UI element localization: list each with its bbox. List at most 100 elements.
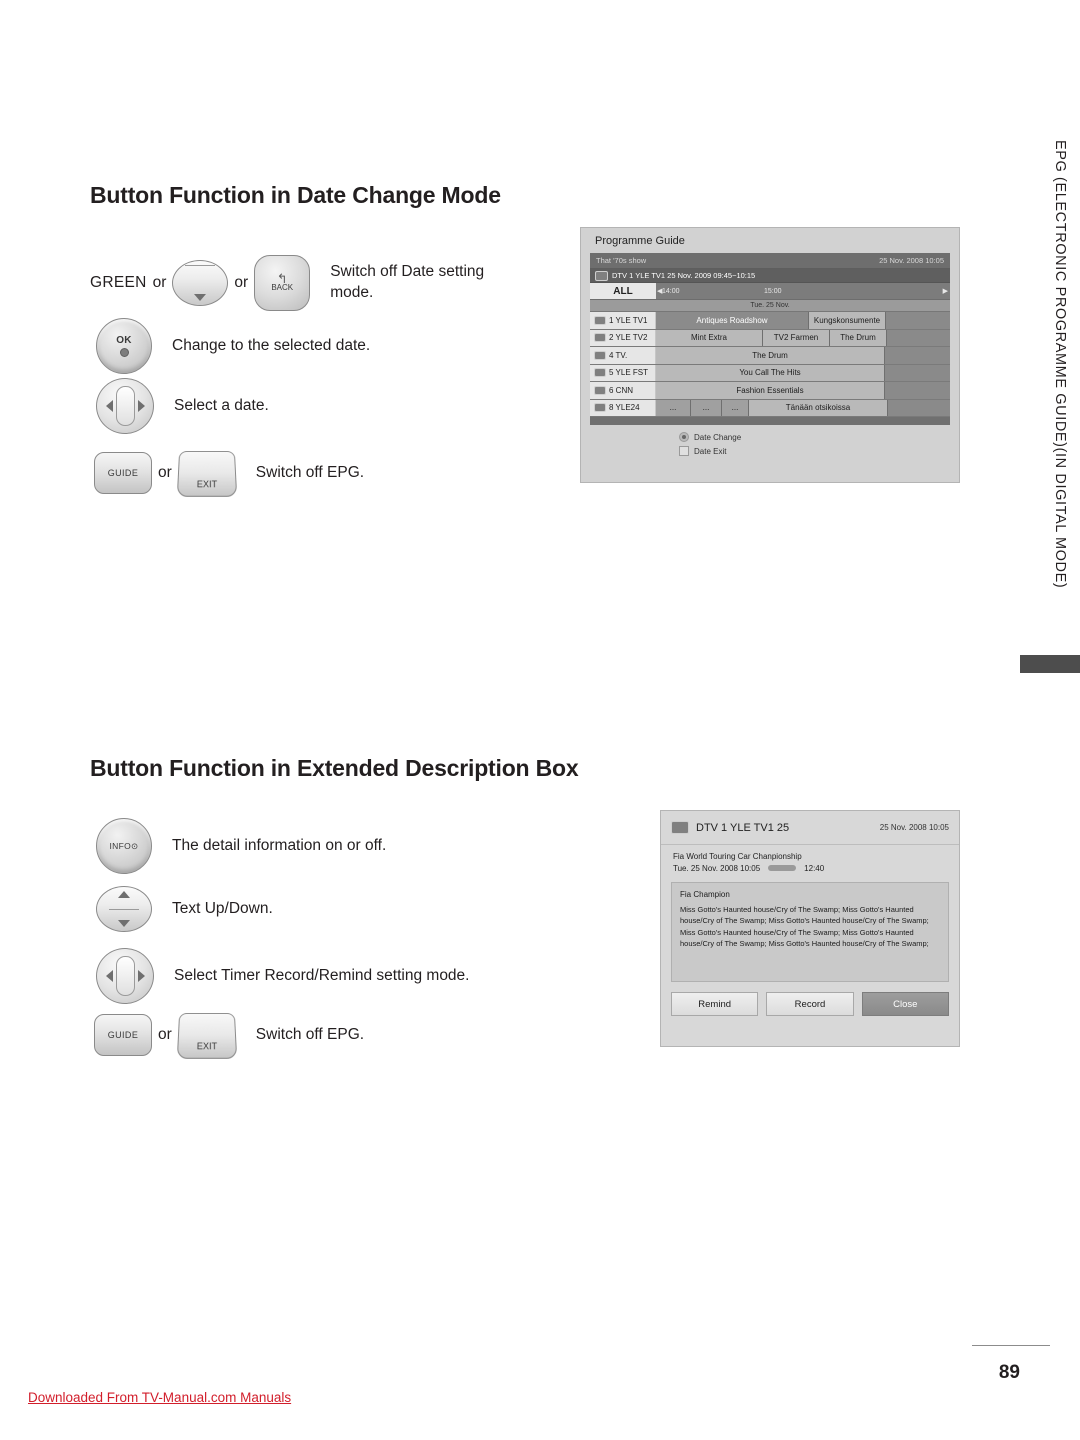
exit-key-2[interactable]: EXIT (176, 1013, 238, 1059)
channel-tv-icon (594, 315, 606, 325)
epg-footer-date-change[interactable]: Date Change (581, 432, 959, 442)
remind-button[interactable]: Remind (671, 992, 759, 1017)
ok-key[interactable]: OK (96, 318, 152, 374)
button-row-leftright: Select a date. (96, 378, 269, 434)
row-desc-2: Change to the selected date. (172, 336, 371, 354)
epg-channel-name: 1 YLE TV1 (609, 315, 648, 325)
edb-subtitle-block: Fia World Touring Car Chanpionship Tue. … (661, 845, 959, 874)
epg-row[interactable]: 4 TV. The Drum (590, 347, 950, 365)
epg-filter-bar: ALL ◀ 14:00 15:00 ▶ (590, 283, 950, 300)
epg-programs: Mint Extra TV2 Farmen The Drum (656, 329, 950, 346)
button-row-leftright-2: Select Timer Record/Remind setting mode. (96, 948, 469, 1004)
scroll-right-icon[interactable]: ▶ (943, 287, 948, 295)
row-desc-7: Select Timer Record/Remind setting mode. (174, 966, 470, 984)
epg-channel-cell: 5 YLE FST (590, 364, 656, 381)
info-key[interactable]: INFO⊙ (96, 818, 152, 874)
edb-header-clock: 25 Nov. 2008 10:05 (879, 823, 949, 832)
exit-key[interactable]: EXIT (176, 451, 238, 497)
chevron-right-icon (137, 400, 145, 412)
square-bullet-icon (679, 446, 689, 456)
epg-all-tab[interactable]: ALL (590, 283, 656, 299)
epg-topbar: That '70s show 25 Nov. 2008 10:05 (590, 253, 950, 269)
row-desc-5: The detail information on or off. (172, 836, 387, 854)
epg-channel-cell: 4 TV. (590, 347, 656, 364)
exit-key-label: EXIT (196, 479, 218, 490)
epg-day-label: Tue. 25 Nov. (750, 302, 790, 309)
row-desc-1: Switch off Date setting mode. (330, 263, 485, 301)
epg-program-cell[interactable]: Tänään otsikoissa (749, 399, 888, 416)
channel-tv-icon (594, 368, 606, 378)
epg-footer: Date Change Date Exit (581, 426, 959, 482)
guide-key-label-2: GUIDE (107, 1030, 139, 1040)
edb-sub-line2: Tue. 25 Nov. 2008 10:05 (673, 863, 761, 873)
or-label-3: or (158, 464, 172, 481)
button-row-ok: OK Change to the selected date. (96, 318, 370, 374)
edb-sub-line1: Fia World Touring Car Chanpionship (673, 852, 802, 861)
side-tab-label: EPG (ELECTRONIC PROGRAMME GUIDE)(IN DIGI… (1052, 140, 1068, 589)
epg-program-cell[interactable]: Fashion Essentials (656, 382, 885, 399)
edb-header-left: DTV 1 YLE TV1 25 (671, 821, 789, 834)
chevron-up-icon (118, 891, 130, 898)
button-row-info: INFO⊙ The detail information on or off. (96, 818, 386, 874)
updown-key[interactable] (172, 260, 229, 306)
edb-program-title: Fia Champion (680, 890, 730, 900)
epg-footer-date-exit[interactable]: Date Exit (581, 446, 959, 456)
epg-footer-date-change-label: Date Change (694, 432, 742, 442)
or-label-1: or (152, 274, 167, 291)
edb-program-text: Miss Gotto's Haunted house/Cry of The Sw… (680, 905, 929, 948)
epg-program-cell[interactable]: Kungskonsumente (809, 312, 886, 329)
ok-key-label: OK (116, 335, 132, 346)
epg-programs: Fashion Essentials (656, 382, 950, 399)
chevron-left-icon (105, 400, 113, 412)
ok-dot-icon (119, 348, 129, 357)
epg-screenshot: Programme Guide That '70s show 25 Nov. 2… (580, 227, 960, 483)
epg-day-bar: Tue. 25 Nov. (590, 300, 950, 312)
guide-key-label: GUIDE (107, 468, 139, 478)
close-button[interactable]: Close (861, 992, 949, 1017)
epg-channel-name: 4 TV. (609, 350, 628, 360)
exit-key-label-2: EXIT (196, 1041, 218, 1052)
left-right-key-2[interactable] (96, 948, 154, 1004)
epg-program-cell[interactable]: You Call The Hits (656, 364, 885, 381)
or-label-2: or (234, 274, 249, 291)
epg-channel-cell: 8 YLE24 (590, 399, 656, 416)
epg-program-cell[interactable]: Antiques Roadshow (656, 312, 809, 329)
epg-program-cell[interactable]: TV2 Farmen (763, 329, 830, 346)
page-title-extended-description: Button Function in Extended Description … (90, 755, 579, 781)
button-row-updown-2: Text Up/Down. (96, 886, 273, 932)
radio-bullet-icon (679, 432, 689, 442)
guide-key-2[interactable]: GUIDE (94, 1014, 152, 1056)
button-row-green: GREEN or or ↰ BACK Switch off Date setti… (90, 255, 560, 311)
epg-clock: 25 Nov. 2008 10:05 (879, 256, 944, 265)
epg-row[interactable]: 6 CNN Fashion Essentials (590, 382, 950, 400)
epg-row[interactable]: 2 YLE TV2 Mint Extra TV2 Farmen The Drum (590, 329, 950, 347)
left-right-key[interactable] (96, 378, 154, 434)
epg-footer-date-exit-label: Date Exit (694, 446, 727, 456)
epg-body: That '70s show 25 Nov. 2008 10:05 DTV 1 … (590, 253, 950, 425)
button-row-guide-exit: GUIDE or EXIT Switch off EPG. (94, 450, 364, 497)
epg-programs: Antiques Roadshow Kungskonsumente (656, 312, 950, 329)
edb-header: DTV 1 YLE TV1 25 25 Nov. 2008 10:05 (661, 811, 959, 845)
rocker-divider (185, 265, 216, 266)
epg-channel-cell: 1 YLE TV1 (590, 312, 656, 329)
epg-row[interactable]: 5 YLE FST You Call The Hits (590, 364, 950, 382)
epg-program-cell[interactable]: ... (691, 399, 722, 416)
epg-row[interactable]: 8 YLE24......... Tänään otsikoissa (590, 399, 950, 417)
epg-channel-cell: 6 CNN (590, 382, 656, 399)
epg-program-cell[interactable]: The Drum (830, 329, 887, 346)
epg-row[interactable]: 1 YLE TV1 Antiques Roadshow Kungskonsument… (590, 312, 950, 330)
record-button[interactable]: Record (766, 992, 854, 1017)
epg-program-cell[interactable]: The Drum (656, 347, 885, 364)
epg-program-cell[interactable]: Mint Extra (656, 329, 763, 346)
epg-now-playing-text: DTV 1 YLE TV1 25 Nov. 2009 09:45~10:15 (612, 271, 756, 280)
page-title-date-change: Button Function in Date Change Mode (90, 182, 501, 208)
epg-program-cell[interactable]: ... (722, 399, 749, 416)
epg-programs: The Drum (656, 347, 950, 364)
epg-program-cell[interactable]: ... (656, 399, 691, 416)
extended-description-screenshot: DTV 1 YLE TV1 25 25 Nov. 2008 10:05 Fia … (660, 810, 960, 1047)
guide-key[interactable]: GUIDE (94, 452, 152, 494)
rocker-center-2 (115, 956, 135, 996)
updown-key-2[interactable] (96, 886, 152, 932)
back-key[interactable]: ↰ BACK (254, 255, 311, 311)
epg-channel-name: 2 YLE TV2 (609, 333, 648, 343)
